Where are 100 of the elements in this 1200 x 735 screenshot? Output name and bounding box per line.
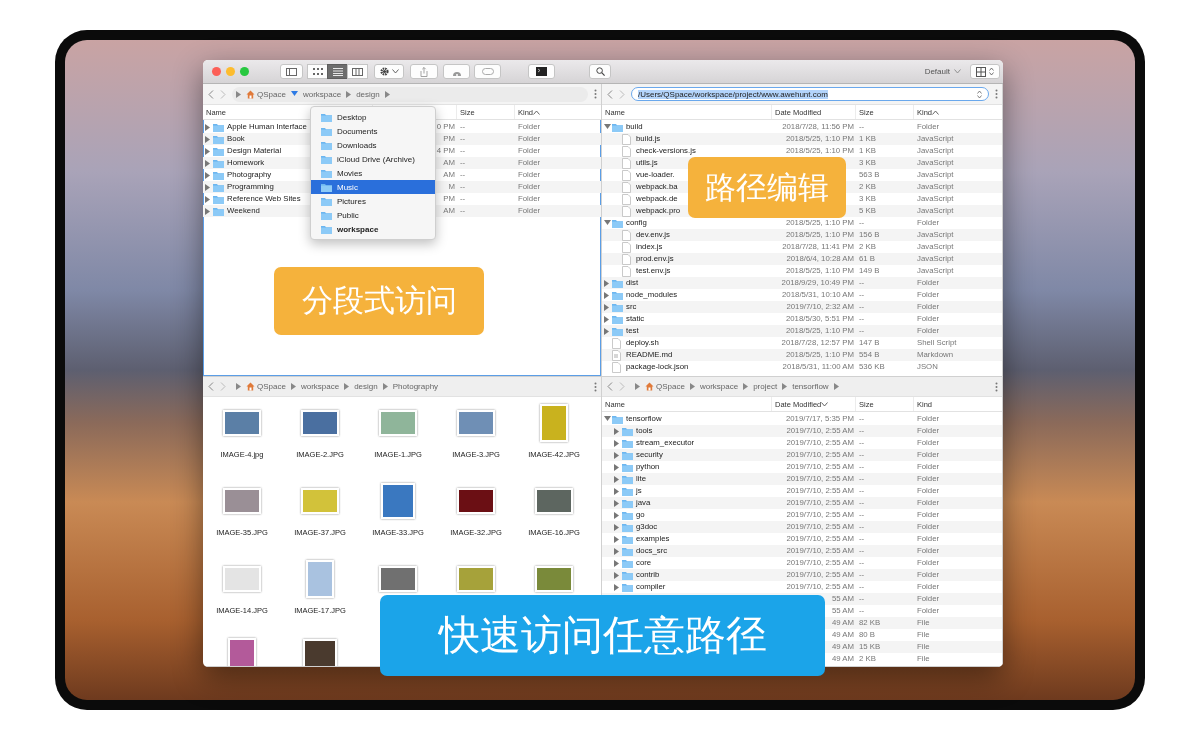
folder-icon xyxy=(321,154,332,164)
gear-icon xyxy=(379,67,389,76)
disclosure-triangle-icon[interactable] xyxy=(614,583,619,591)
view-mode-button[interactable] xyxy=(347,64,368,79)
folder-icon xyxy=(321,196,332,206)
menu-item[interactable]: Documents xyxy=(311,124,435,138)
disclosure-triangle-icon[interactable] xyxy=(833,383,839,390)
grid-icon xyxy=(312,68,323,75)
disclosure-triangle-icon[interactable] xyxy=(604,315,609,323)
disclosure-triangle-icon[interactable] xyxy=(604,327,609,335)
disclosure-triangle-icon[interactable] xyxy=(604,303,609,311)
photo-placeholder[interactable] xyxy=(535,488,573,514)
disclosure-triangle-icon[interactable] xyxy=(614,475,619,483)
path-segment[interactable]: project xyxy=(753,382,778,391)
disclosure-triangle-icon[interactable] xyxy=(604,416,611,422)
more-icon[interactable] xyxy=(594,381,597,392)
folder-icon xyxy=(321,210,332,220)
search-button[interactable] xyxy=(589,64,611,79)
menu-item[interactable]: Music xyxy=(311,180,435,194)
path-segment[interactable]: tensorflow xyxy=(792,382,829,391)
path-field[interactable]: /Users/QSpace/workspace/project/www.awehunt.com xyxy=(631,87,989,101)
disclosure-triangle-icon[interactable] xyxy=(614,439,619,447)
disclosure-triangle-icon[interactable] xyxy=(614,511,619,519)
photo-placeholder[interactable] xyxy=(457,488,495,514)
sidebar-toggle-button[interactable] xyxy=(280,64,303,79)
callout-banner: 快速访问任意路径 xyxy=(380,595,825,676)
disclosure-triangle-icon[interactable] xyxy=(205,147,210,155)
path-segment[interactable]: design xyxy=(356,89,380,99)
caret-icon xyxy=(391,69,399,74)
disclosure-triangle-icon[interactable] xyxy=(614,463,619,471)
path-segment[interactable]: design xyxy=(354,382,378,391)
path-segment[interactable]: QSpace xyxy=(246,89,286,99)
disclosure-triangle-icon[interactable] xyxy=(344,383,350,390)
disclosure-triangle-icon[interactable] xyxy=(614,559,619,567)
disclosure-triangle-icon[interactable] xyxy=(205,183,210,191)
menu-item[interactable]: Movies xyxy=(311,166,435,180)
sidebar-icon xyxy=(286,67,297,76)
disclosure-triangle-icon[interactable] xyxy=(205,195,210,203)
disclosure-triangle-icon[interactable] xyxy=(205,159,210,167)
disclosure-triangle-icon[interactable] xyxy=(205,171,210,179)
disclosure-triangle-icon[interactable] xyxy=(635,383,640,390)
photo-placeholder[interactable] xyxy=(303,639,337,666)
list-icon xyxy=(332,67,343,76)
disclosure-triangle-icon[interactable] xyxy=(346,90,352,98)
view-mode-button[interactable] xyxy=(307,64,328,79)
action-button[interactable] xyxy=(374,64,404,79)
disclosure-triangle-icon[interactable] xyxy=(614,487,619,495)
path-segment[interactable]: workspace xyxy=(302,89,342,99)
disclosure-triangle-icon[interactable] xyxy=(604,124,611,130)
tag-icon xyxy=(481,68,494,75)
menu-item[interactable]: Pictures xyxy=(311,194,435,208)
disclosure-triangle-icon[interactable] xyxy=(236,383,241,390)
disclosure-triangle-icon[interactable] xyxy=(614,427,619,435)
menu-item[interactable]: Public xyxy=(311,208,435,222)
disclosure-triangle-icon[interactable] xyxy=(236,90,241,98)
more-icon[interactable] xyxy=(995,89,998,99)
stepper-icon xyxy=(977,89,982,99)
menu-item[interactable]: Downloads xyxy=(311,138,435,152)
callout-banner: 分段式访问 xyxy=(274,267,484,335)
terminal-button[interactable] xyxy=(528,64,555,79)
view-mode-button[interactable] xyxy=(327,64,348,79)
path-segment[interactable]: workspace xyxy=(300,382,340,391)
disclosure-triangle-icon[interactable] xyxy=(604,279,609,287)
path-segment[interactable]: QSpace xyxy=(645,382,685,391)
disclosure-triangle-icon[interactable] xyxy=(614,523,619,531)
disclosure-triangle-icon[interactable] xyxy=(604,291,609,299)
disclosure-triangle-icon[interactable] xyxy=(205,207,210,215)
callout-banner: 路径编辑 xyxy=(688,157,846,218)
disclosure-triangle-icon[interactable] xyxy=(614,547,619,555)
disclosure-triangle-icon[interactable] xyxy=(689,383,695,390)
path-segment[interactable]: Photography xyxy=(392,382,439,391)
disclosure-triangle-icon[interactable] xyxy=(604,220,611,226)
disclosure-triangle-icon[interactable] xyxy=(614,451,619,459)
disclosure-triangle-icon[interactable] xyxy=(614,535,619,543)
disclosure-triangle-icon[interactable] xyxy=(782,383,788,390)
folder-icon xyxy=(321,140,332,150)
layout-button[interactable] xyxy=(970,64,1000,79)
menu-item[interactable]: iCloud Drive (Archive) xyxy=(311,152,435,166)
disclosure-triangle-icon[interactable] xyxy=(205,135,210,143)
close-button[interactable] xyxy=(212,67,221,76)
photo-placeholder[interactable] xyxy=(301,410,339,436)
menu-item[interactable]: workspace xyxy=(311,222,435,236)
stepper-icon xyxy=(989,67,994,76)
disclosure-triangle-icon[interactable] xyxy=(205,123,210,131)
share-icon xyxy=(420,66,428,77)
disclosure-triangle-icon[interactable] xyxy=(384,90,390,98)
folder-icon xyxy=(321,224,332,234)
disclosure-triangle-icon[interactable] xyxy=(614,499,619,507)
arrange-button[interactable]: Default xyxy=(921,67,964,76)
path-segment[interactable]: QSpace xyxy=(246,382,286,391)
disclosure-triangle-icon[interactable] xyxy=(290,383,296,390)
more-icon[interactable] xyxy=(995,381,998,392)
disclosure-triangle-icon[interactable] xyxy=(743,383,749,390)
folder-icon xyxy=(321,182,332,192)
disclosure-triangle-icon[interactable] xyxy=(382,383,388,390)
path-segment[interactable]: workspace xyxy=(699,382,739,391)
disclosure-triangle-icon[interactable] xyxy=(614,571,619,579)
broadcast-button[interactable] xyxy=(443,64,470,79)
disclosure-triangle-icon[interactable] xyxy=(290,91,298,97)
more-icon[interactable] xyxy=(594,89,597,99)
